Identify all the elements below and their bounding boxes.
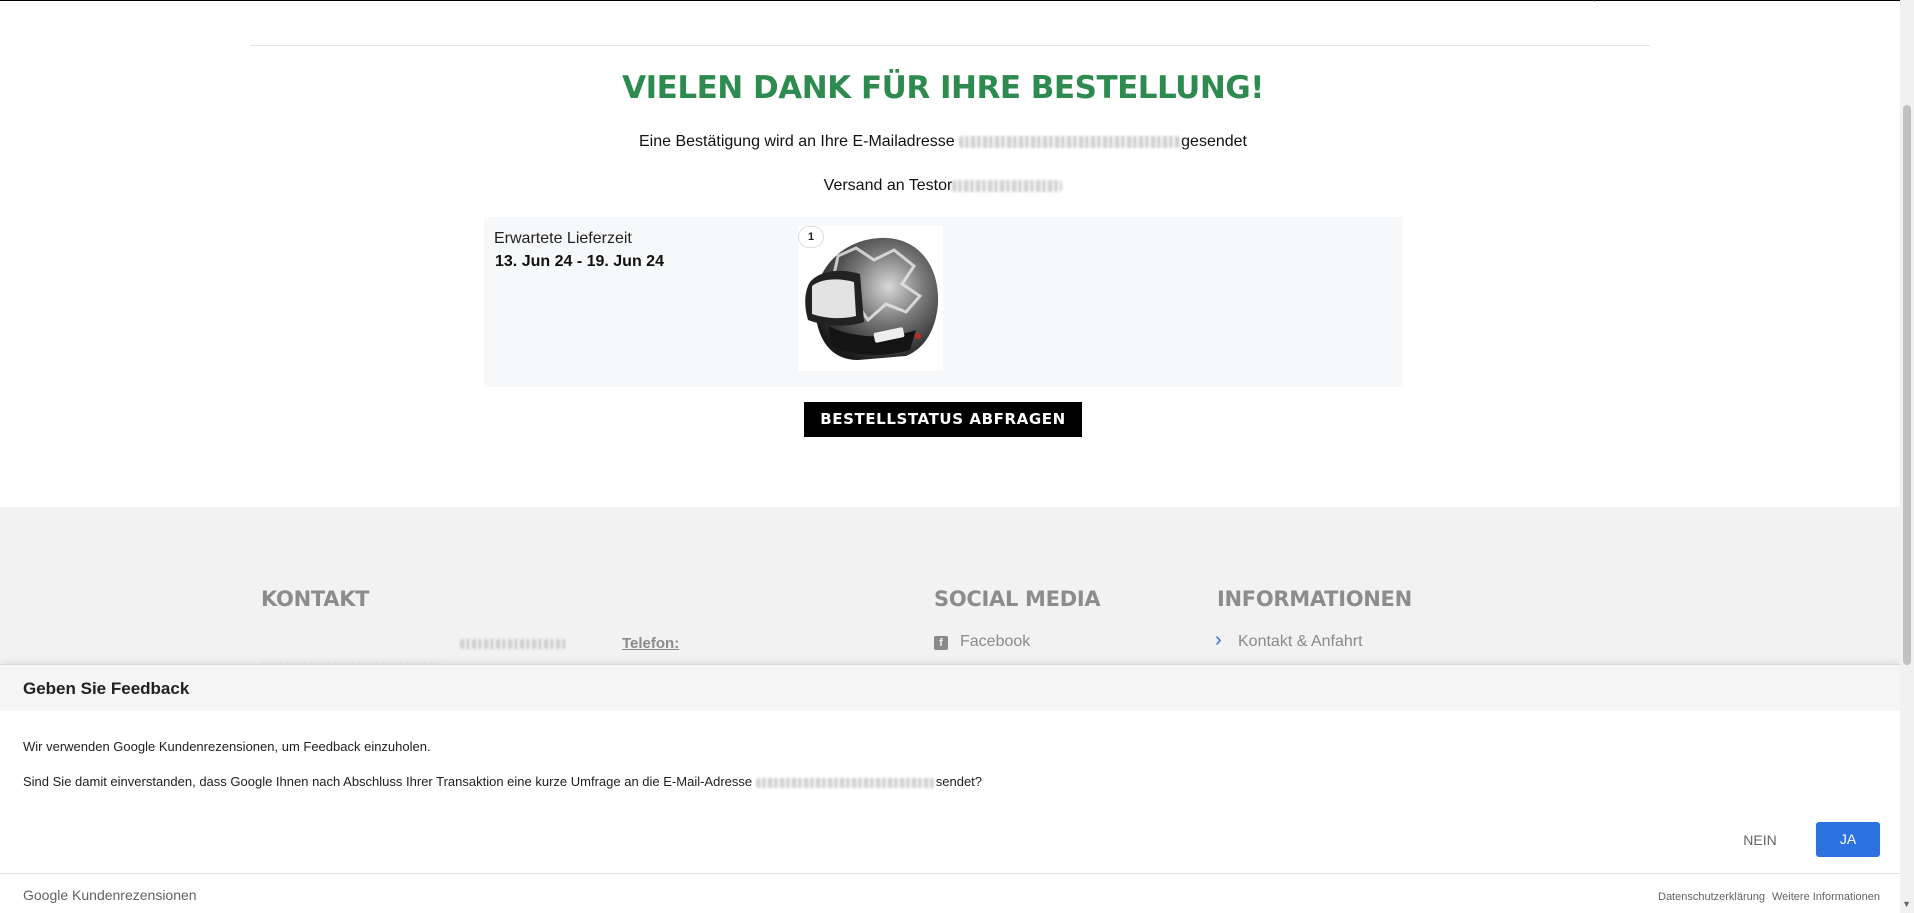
feedback-question-prefix: Sind Sie damit einverstanden, dass Googl…: [23, 774, 753, 789]
product-image[interactable]: 1: [798, 226, 943, 371]
feedback-title: Geben Sie Feedback: [23, 679, 190, 698]
feedback-header: Geben Sie Feedback: [0, 665, 1900, 711]
quantity-badge: 1: [798, 226, 824, 248]
facebook-link[interactable]: Facebook: [960, 633, 1030, 651]
feedback-question: Sind Sie damit einverstanden, dass Googl…: [23, 774, 982, 789]
shipping-prefix: Versand an Testor: [823, 177, 953, 194]
person-icon[interactable]: ▾: [1592, 0, 1598, 5]
scrollbar-thumb[interactable]: [1903, 105, 1911, 665]
cart-icon[interactable]: ⌣: [1618, 0, 1625, 5]
feedback-question-suffix: sendet?: [935, 774, 983, 789]
header-divider: [250, 45, 1650, 46]
scroll-down-icon[interactable]: ▼: [1902, 900, 1911, 909]
feedback-intro: Wir verwenden Google Kundenrezensionen, …: [23, 739, 431, 754]
accept-button[interactable]: JA: [1816, 822, 1880, 857]
shipping-message: Versand an Testor: [0, 177, 1886, 195]
decline-button[interactable]: NEIN: [1720, 823, 1800, 857]
delivery-label: Erwartete Lieferzeit: [494, 230, 632, 247]
confirmation-message: Eine Bestätigung wird an Ihre E-Mailadre…: [0, 133, 1886, 151]
header-icons: ▾ ⌣: [1588, 0, 1648, 5]
privacy-link[interactable]: Datenschutzerklärung: [1658, 891, 1765, 903]
confirmation-suffix: gesendet: [1181, 133, 1247, 150]
phone-label: Telefon:: [622, 635, 680, 652]
helmet-image: [805, 237, 939, 360]
chevron-right-icon: ›: [1215, 629, 1222, 651]
feedback-divider: [0, 873, 1900, 874]
order-status-button[interactable]: BESTELLSTATUS ABFRAGEN: [804, 402, 1082, 437]
more-info-link[interactable]: Weitere Informationen: [1772, 891, 1880, 903]
footer-heading-info: INFORMATIONEN: [1217, 587, 1412, 611]
confirmation-prefix: Eine Bestätigung wird an Ihre E-Mailadre…: [638, 133, 955, 150]
facebook-icon: f: [934, 636, 948, 650]
scrollbar[interactable]: ▼: [1900, 0, 1914, 913]
order-summary: Erwartete Lieferzeit 13. Jun 24 - 19. Ju…: [484, 217, 1403, 387]
redacted-name: [952, 179, 1063, 192]
redacted-email: [959, 135, 1182, 148]
redacted-address: [460, 639, 568, 649]
footer-heading-kontakt: KONTAKT: [261, 587, 370, 611]
google-reviews-brand: Google Kundenrezensionen: [23, 887, 197, 903]
delivery-dates: 13. Jun 24 - 19. Jun 24: [495, 253, 664, 270]
redacted-feedback-email: [755, 777, 936, 788]
kontakt-anfahrt-link[interactable]: Kontakt & Anfahrt: [1238, 633, 1363, 651]
feedback-dialog: Geben Sie Feedback Wir verwenden Google …: [0, 664, 1900, 913]
footer-heading-social: SOCIAL MEDIA: [934, 587, 1101, 611]
page-title: VIELEN DANK FÜR IHRE BESTELLUNG!: [622, 70, 1264, 106]
